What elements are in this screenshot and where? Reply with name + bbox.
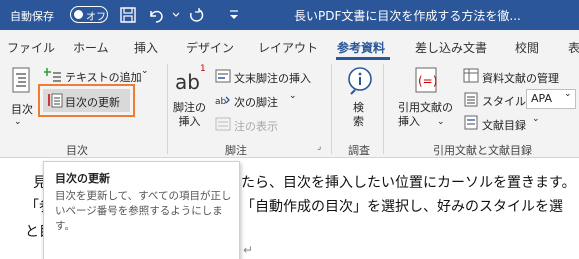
insert-footnote-label[interactable]: 脚注の 挿入 — [173, 101, 206, 129]
update-toc-icon — [48, 93, 63, 108]
style-icon — [464, 92, 478, 107]
tab-review[interactable]: 校閲 — [515, 39, 539, 56]
update-toc-button[interactable]: 目次の更新 — [38, 84, 135, 117]
manage-sources-icon[interactable] — [463, 68, 479, 83]
next-footnote-label[interactable]: 次の脚注 — [234, 94, 278, 110]
update-toc-tooltip: 目次の更新 目次を更新して、すべての項目が正しいページ番号を参照するようにします… — [43, 161, 240, 259]
undo-icon[interactable] — [145, 4, 167, 26]
style-select[interactable]: APA ⌄ — [526, 89, 576, 109]
research-group-label: 調査 — [348, 144, 370, 157]
tab-layout[interactable]: レイアウト — [258, 39, 318, 56]
document-text-line-1: たら、目次を挿入したい位置にカーソルを置きます。 — [241, 175, 576, 191]
bibliography-icon[interactable] — [463, 115, 479, 130]
next-footnote-dropdown-icon[interactable]: ⌄ — [289, 91, 297, 101]
update-toc-label: 目次の更新 — [65, 96, 120, 109]
search-icon[interactable] — [346, 66, 374, 96]
customize-toolbar-icon[interactable] — [224, 4, 246, 26]
paragraph-mark: ↵ — [243, 243, 254, 257]
autosave-toggle[interactable]: オフ — [70, 6, 108, 23]
style-dropdown-icon: ⌄ — [564, 89, 572, 99]
tab-design[interactable]: デザイン — [186, 39, 234, 56]
insert-endnote-label[interactable]: 文末脚注の挿入 — [234, 70, 311, 86]
footnote-superscript: 1 — [200, 64, 206, 74]
add-text-label[interactable]: テキストの追加 — [65, 69, 142, 85]
tab-mailings[interactable]: 差し込み文書 — [415, 39, 487, 56]
document-title: 長いPDF文書に目次を作成する方法を徹... — [294, 9, 521, 23]
search-label[interactable]: 検 索 — [353, 101, 364, 129]
bibliography-label[interactable]: 文献目録 — [482, 117, 526, 133]
svg-text:(=): (=) — [418, 74, 437, 88]
group-separator — [331, 64, 332, 154]
tooltip-title: 目次の更新 — [55, 172, 110, 185]
insert-footnote-icon[interactable]: ab — [175, 70, 200, 94]
insert-citation-label[interactable]: 引用文献の 挿入 — [398, 101, 453, 129]
style-value: APA — [531, 92, 552, 105]
add-text-dropdown-icon[interactable]: ⌄ — [141, 66, 149, 76]
tab-view[interactable]: 表 — [568, 39, 579, 56]
style-label: スタイル: — [482, 95, 530, 108]
bibliography-dropdown-icon[interactable]: ⌄ — [532, 114, 540, 124]
next-footnote-icon[interactable]: ab — [215, 93, 231, 107]
update-toc-hover: 目次の更新 — [43, 89, 130, 112]
ribbon-tabs: ファイル ホーム 挿入 デザイン レイアウト 参考資料 差し込み文書 校閲 表 — [0, 30, 579, 60]
group-separator — [383, 64, 384, 154]
manage-sources-label[interactable]: 資料文献の管理 — [482, 70, 559, 86]
insert-endnote-icon[interactable] — [215, 69, 231, 83]
group-separator — [167, 64, 168, 154]
document-text-line-2: 「自動作成の目次」を選択し、好みのスタイルを選 — [241, 199, 563, 215]
citations-group-label: 引用文献と文献目録 — [433, 144, 532, 157]
tab-file[interactable]: ファイル — [7, 39, 55, 56]
autosave-state: オフ — [86, 12, 106, 23]
insert-citation-dropdown-icon[interactable]: ⌄ — [437, 117, 445, 127]
toc-button-label[interactable]: 目次 — [11, 101, 33, 117]
show-notes-label: 注の表示 — [234, 120, 278, 133]
tooltip-body: 目次を更新して、すべての項目が正しいページ番号を参照するようにします。 — [55, 190, 232, 232]
toc-dropdown-icon[interactable]: ⌄ — [14, 117, 22, 127]
toggle-knob — [74, 10, 83, 19]
title-bar: 自動保存 オフ 長いPDF文書に目次を作成する方法を徹... — [0, 0, 579, 30]
toc-icon[interactable] — [10, 66, 32, 96]
footnote-dialog-launcher-icon[interactable]: ⌟ — [317, 142, 321, 152]
tab-insert[interactable]: 挿入 — [134, 39, 158, 56]
save-icon[interactable] — [117, 4, 139, 26]
add-text-icon[interactable] — [44, 67, 62, 83]
show-notes-icon — [215, 117, 231, 131]
toc-group-label: 目次 — [66, 144, 88, 157]
redo-icon[interactable] — [185, 4, 207, 26]
tab-references[interactable]: 参考資料 — [337, 39, 385, 56]
autosave-label: 自動保存 — [10, 10, 54, 23]
insert-citation-icon[interactable]: (=) — [411, 66, 441, 94]
tab-home[interactable]: ホーム — [73, 39, 109, 56]
svg-text:ab: ab — [215, 97, 227, 107]
footnote-group-label: 脚注 — [225, 144, 247, 157]
